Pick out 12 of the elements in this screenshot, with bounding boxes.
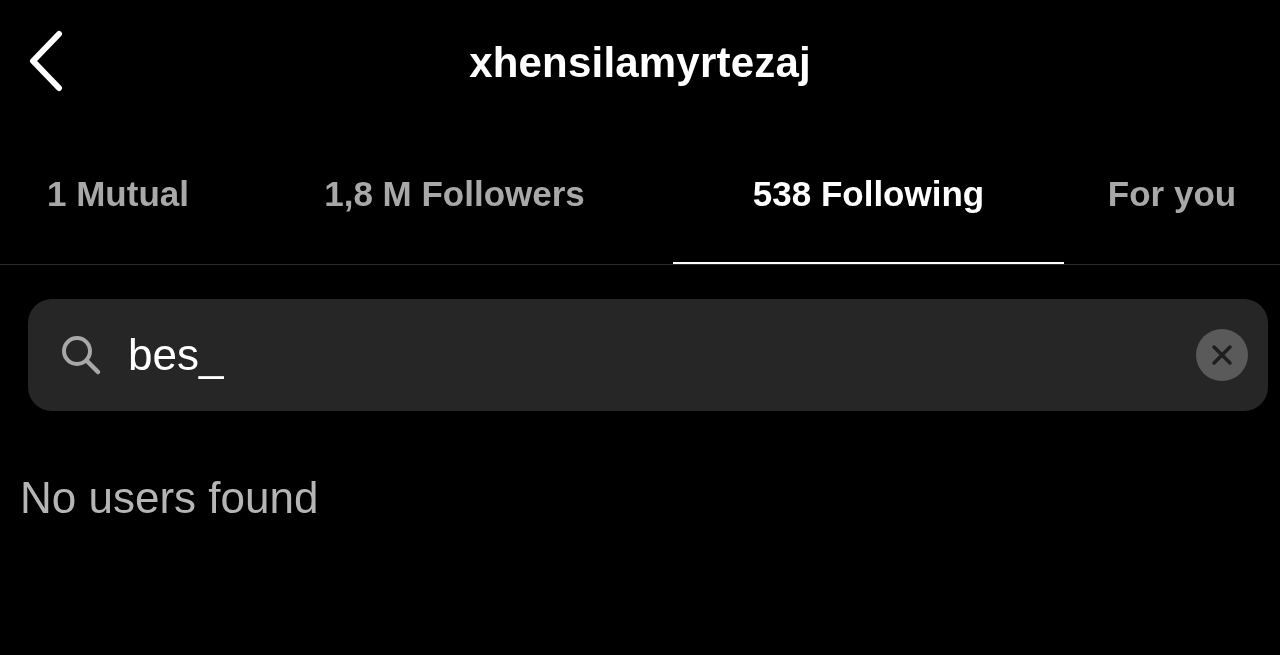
empty-message: No users found (20, 473, 319, 523)
search-bar[interactable]: bes_ (28, 299, 1268, 411)
tab[interactable]: 538 Following (673, 126, 1064, 264)
tab[interactable]: For you (1064, 126, 1280, 264)
clear-button[interactable] (1196, 329, 1248, 381)
tab[interactable]: 1 Mutual (0, 126, 236, 264)
search-icon (60, 334, 102, 376)
tab[interactable]: 1,8 M Followers (236, 126, 673, 264)
close-icon (1211, 344, 1233, 366)
chevron-left-icon (27, 30, 63, 92)
username-title: xhensilamyrtezaj (469, 39, 811, 87)
search-field[interactable]: bes_ (128, 325, 1170, 385)
